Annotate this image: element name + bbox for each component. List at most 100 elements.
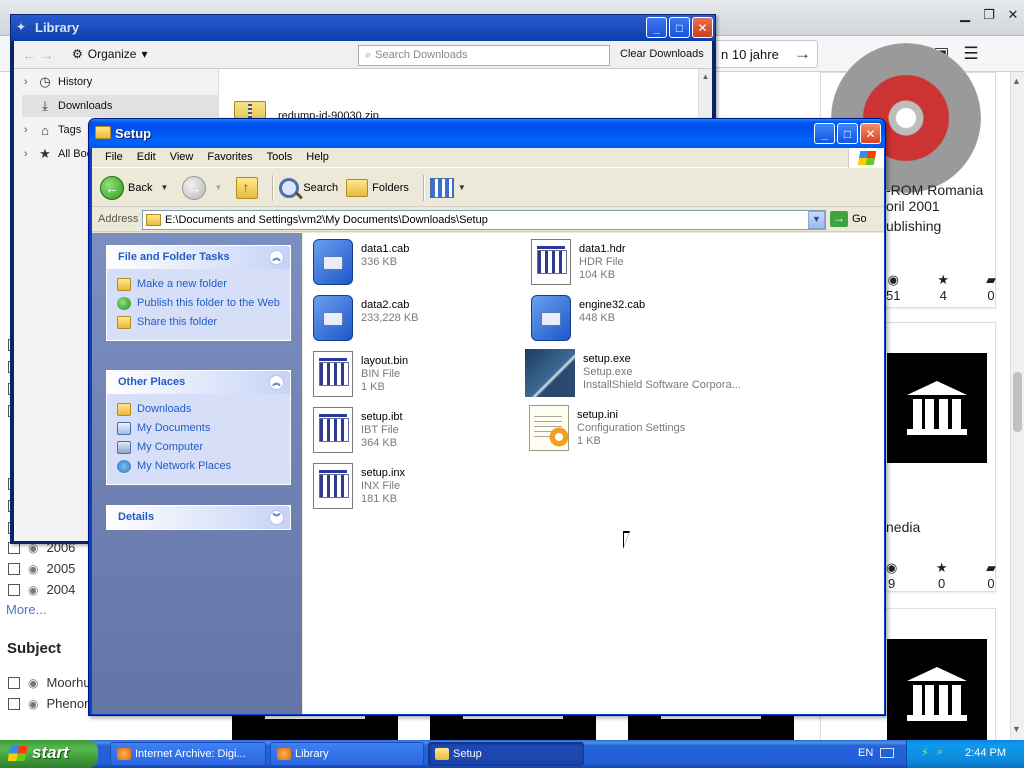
tag-icon: ⌂ <box>41 122 49 138</box>
network-icon[interactable]: ⚡ <box>921 746 935 760</box>
library-title: Library <box>35 20 80 35</box>
search-downloads-input[interactable]: ⌕ Search Downloads <box>358 45 610 66</box>
minimize-button[interactable]: _ <box>814 123 835 144</box>
taskbar-button-setup[interactable]: Setup <box>428 742 584 766</box>
menu-view[interactable]: View <box>163 148 201 167</box>
keyboard-icon[interactable] <box>880 748 894 758</box>
scroll-up-icon[interactable]: ▲ <box>1012 76 1021 86</box>
menu-help[interactable]: Help <box>299 148 336 167</box>
facet-subject-1[interactable]: ◉ Moorhu <box>8 675 91 690</box>
panel-header[interactable]: Details ︾ <box>107 506 290 529</box>
expand-icon[interactable]: ︾ <box>269 510 284 525</box>
chevron-right-icon[interactable]: › <box>24 148 32 160</box>
minimize-icon[interactable]: ▁ <box>954 4 976 26</box>
views-button[interactable]: ▼ <box>429 177 466 198</box>
task-publish-to-web[interactable]: Publish this folder to the Web <box>117 294 284 313</box>
file-item[interactable]: setup.ini Configuration Settings 1 KB <box>529 405 749 451</box>
chevron-right-icon[interactable]: › <box>24 76 32 88</box>
minimize-button[interactable]: _ <box>646 17 667 38</box>
result-thumbnail-strip <box>232 712 398 740</box>
setup-title-bar[interactable]: Setup <box>89 119 885 148</box>
place-my-documents[interactable]: My Documents <box>117 419 284 438</box>
task-share-folder[interactable]: Share this folder <box>117 313 284 332</box>
checkbox[interactable] <box>8 697 20 710</box>
address-input[interactable]: E:\Documents and Settings\vm2\My Documen… <box>142 210 826 230</box>
other-places-panel: Other Places ︽ Downloads My Documents My… <box>106 370 291 485</box>
up-folder-icon <box>236 176 259 199</box>
task-make-new-folder[interactable]: Make a new folder <box>117 275 284 294</box>
search-button[interactable]: Search <box>279 177 339 198</box>
forward-arrow-icon: → <box>182 175 207 200</box>
file-item[interactable]: data1.hdr HDR File 104 KB <box>531 239 751 285</box>
file-item[interactable]: setup.exe Setup.exe InstallShield Software… <box>525 349 785 397</box>
folders-button[interactable]: Folders <box>346 178 409 197</box>
library-toolbar: ← → ⚙ Organize ▾ ⌕ Search Downloads Clea… <box>14 41 712 69</box>
menu-tools[interactable]: Tools <box>260 148 300 167</box>
taskbar-button-library[interactable]: Library <box>270 742 424 766</box>
menu-favorites[interactable]: Favorites <box>200 148 259 167</box>
file-size: 1 KB <box>361 381 385 393</box>
back-arrow-icon[interactable]: ← → <box>22 47 54 63</box>
menu-icon[interactable]: ☰ <box>963 44 978 64</box>
close-icon[interactable]: ✕ <box>1002 4 1024 26</box>
back-dropdown-icon[interactable]: ▼ <box>160 183 168 192</box>
file-item[interactable]: data1.cab 336 KB <box>313 239 533 285</box>
clear-downloads-button[interactable]: Clear Downloads <box>620 48 704 60</box>
facet-label: 2004 <box>46 582 76 597</box>
page-scrollbar[interactable]: ▲ ▼ <box>1010 72 1024 740</box>
checkbox[interactable] <box>8 676 20 689</box>
more-link[interactable]: More... <box>6 602 46 617</box>
checkbox[interactable] <box>8 562 20 575</box>
close-button[interactable]: ✕ <box>860 123 881 144</box>
go-arrow-icon[interactable]: → <box>794 44 811 64</box>
start-button[interactable]: start <box>0 740 98 768</box>
file-type: Configuration Settings <box>577 422 686 434</box>
sidebar-item-history[interactable]: › ◷ History <box>22 71 218 93</box>
forward-dropdown-icon[interactable]: ▼ <box>214 183 222 192</box>
taskbar-button-internet-archive[interactable]: Internet Archive: Digi... <box>110 742 266 766</box>
search-label: Search <box>303 181 339 194</box>
menu-edit[interactable]: Edit <box>130 148 163 167</box>
place-downloads[interactable]: Downloads <box>117 400 284 419</box>
taskbar: start Internet Archive: Digi... Library … <box>0 740 1024 768</box>
maximize-button[interactable]: □ <box>669 17 690 38</box>
collapse-icon[interactable]: ︽ <box>269 250 284 265</box>
collapse-icon[interactable]: ︽ <box>269 375 284 390</box>
menu-file[interactable]: File <box>98 148 130 167</box>
up-folder-button[interactable] <box>236 176 259 199</box>
maximize-button[interactable]: □ <box>837 123 858 144</box>
library-title-bar[interactable]: ✦ Library <box>11 15 715 41</box>
facet-year-2004[interactable]: ◉ 2004 <box>8 582 75 597</box>
search-icon[interactable]: ⌕ <box>937 746 951 760</box>
file-item[interactable]: setup.ibt IBT File 364 KB <box>313 407 533 453</box>
scroll-thumb[interactable] <box>1013 372 1022 432</box>
chevron-right-icon[interactable]: › <box>24 124 32 136</box>
go-button[interactable]: → Go <box>830 211 867 227</box>
back-button[interactable]: ← Back <box>100 175 152 200</box>
place-my-computer[interactable]: My Computer <box>117 438 284 457</box>
panel-header[interactable]: File and Folder Tasks ︽ <box>107 246 290 269</box>
forward-button[interactable]: → <box>182 175 207 200</box>
facet-subject-2[interactable]: ◉ Phenon <box>8 696 91 711</box>
comment-icon: ▰ <box>986 560 996 575</box>
sidebar-item-downloads[interactable]: ⤓ Downloads <box>22 95 218 117</box>
panel-header[interactable]: Other Places ︽ <box>107 371 290 394</box>
url-bar[interactable]: n 10 jahre → <box>712 40 818 68</box>
checkbox[interactable] <box>8 583 20 596</box>
library-icon <box>277 748 291 760</box>
file-item[interactable]: data2.cab 233,228 KB <box>313 295 533 341</box>
restore-icon[interactable]: ❐ <box>978 4 1000 26</box>
file-item[interactable]: setup.inx INX File 181 KB <box>313 463 533 509</box>
place-label: My Documents <box>137 422 211 434</box>
file-item[interactable]: engine32.cab 448 KB <box>531 295 751 341</box>
place-my-network-places[interactable]: My Network Places <box>117 457 284 476</box>
close-button[interactable]: ✕ <box>692 17 713 38</box>
facet-year-2005[interactable]: ◉ 2005 <box>8 561 75 576</box>
panel-body: Downloads My Documents My Computer My Ne… <box>107 394 290 484</box>
file-item[interactable]: layout.bin BIN File 1 KB <box>313 351 533 397</box>
organize-button[interactable]: ⚙ Organize ▾ <box>72 47 148 61</box>
address-dropdown-icon[interactable]: ▼ <box>808 211 825 229</box>
scroll-down-icon[interactable]: ▼ <box>1012 724 1021 734</box>
language-indicator[interactable]: EN <box>858 747 873 759</box>
clock[interactable]: 2:44 PM <box>965 747 1006 759</box>
